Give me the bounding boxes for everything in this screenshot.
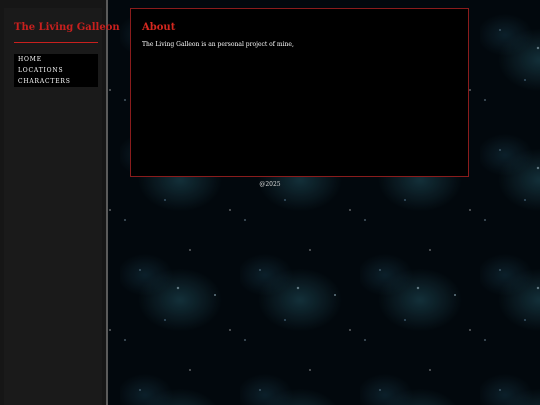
about-text: The Living Galleon is an personal projec…: [142, 41, 294, 48]
nav-item-characters[interactable]: CHARACTERS: [14, 76, 98, 87]
footer-copyright: @2025: [259, 181, 281, 188]
main-nav: HOME LOCATIONS CHARACTERS: [14, 54, 98, 87]
about-panel: About The Living Galleon is an personal …: [130, 8, 469, 177]
title-divider: [14, 42, 98, 43]
nav-item-home[interactable]: HOME: [14, 54, 98, 65]
site-title[interactable]: The Living Galleon: [14, 22, 120, 33]
sidebar: The Living Galleon HOME LOCATIONS CHARAC…: [0, 0, 120, 405]
about-heading: About: [142, 22, 176, 33]
nav-item-locations[interactable]: LOCATIONS: [14, 65, 98, 76]
